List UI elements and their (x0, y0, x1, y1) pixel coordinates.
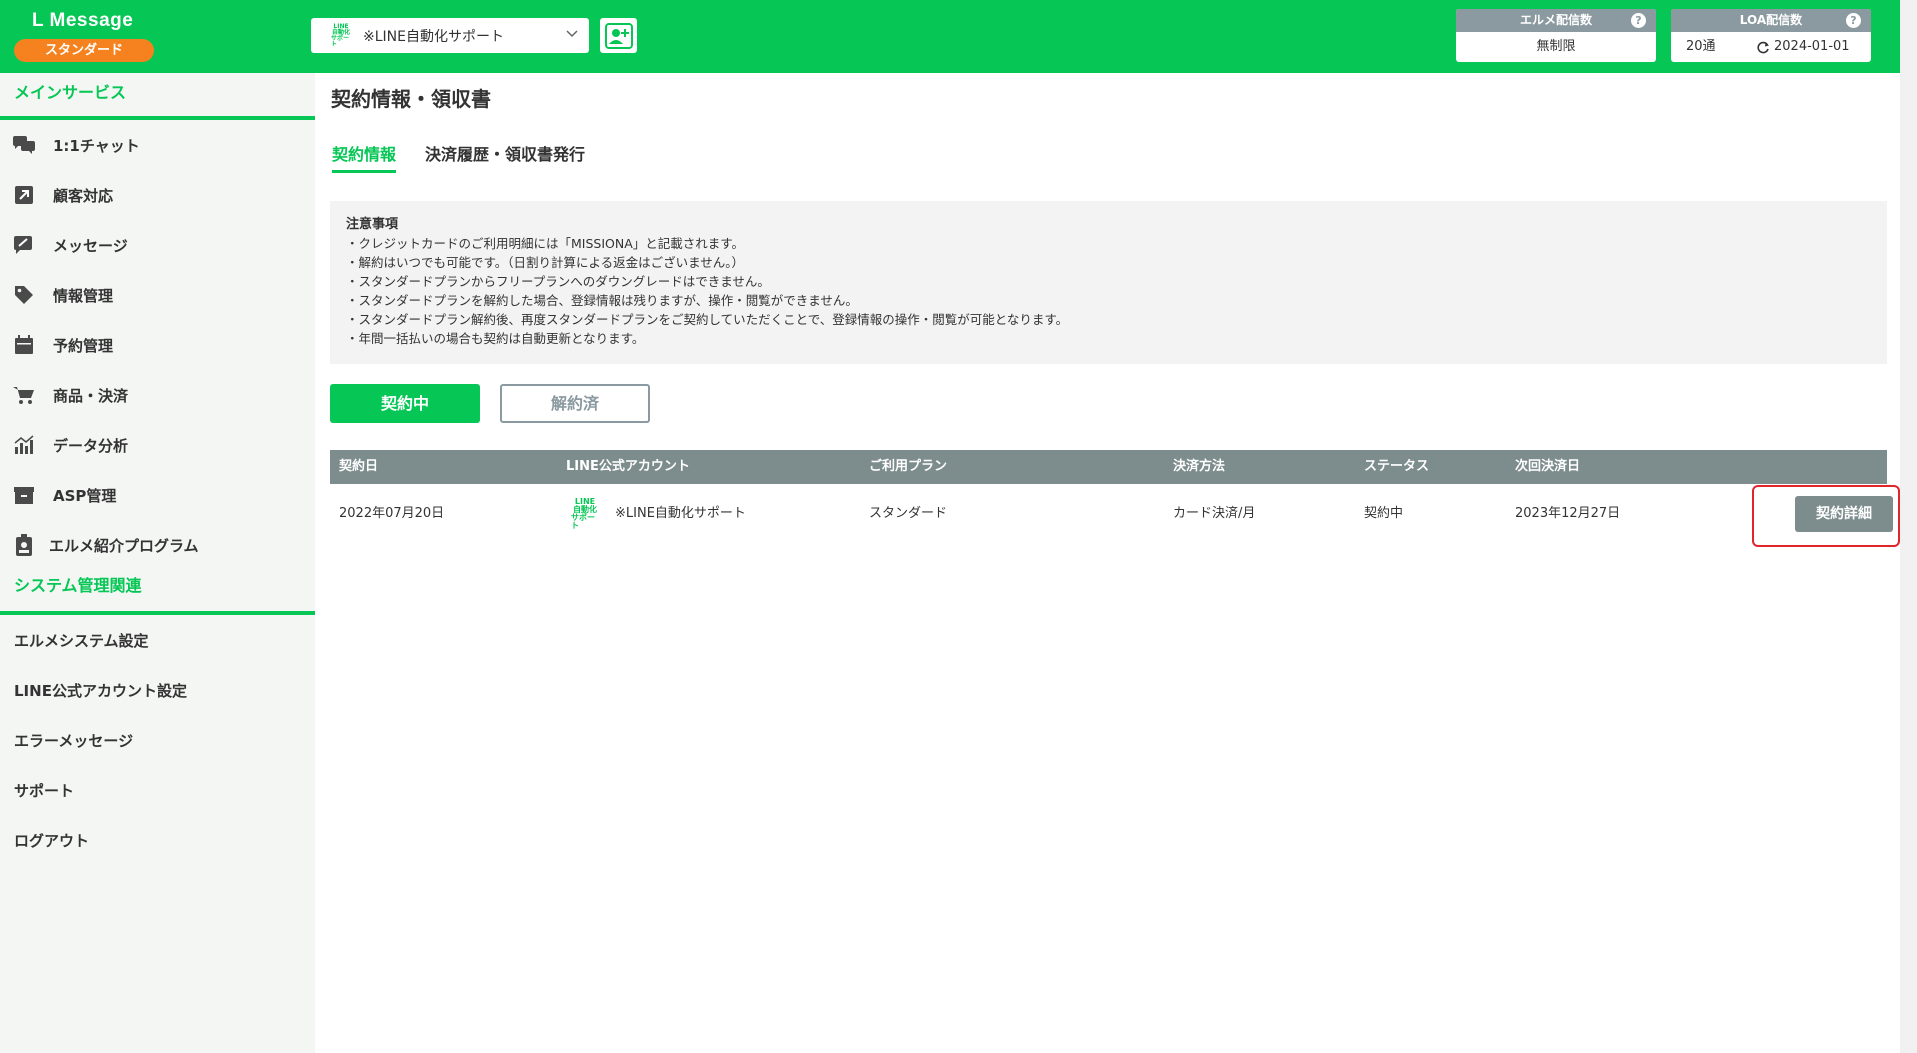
tab-payment-history[interactable]: 決済履歴・領収書発行 (425, 141, 585, 173)
plan-badge: スタンダード (14, 39, 154, 62)
account-select[interactable]: LINE 自動化 サポート ※LINE自動化サポート (311, 18, 589, 53)
notice-line: ・スタンダードプラン解約後、再度スタンダードプランをご契約していただくことで、登… (346, 312, 1069, 327)
main-content: 契約情報・領収書 契約情報 決済履歴・領収書発行 注意事項 ・クレジットカードの… (315, 73, 1900, 1053)
sidebar-item-label: LINE公式アカウント設定 (14, 681, 187, 700)
sidebar-item-logout[interactable]: ログアウト (0, 815, 315, 865)
scrollbar[interactable] (1900, 0, 1917, 1053)
sidebar-item-asp[interactable]: ASP管理 (0, 470, 315, 520)
sidebar-item-label: 商品・決済 (53, 386, 129, 405)
section-system: システム管理関連 (0, 570, 315, 615)
loa-delivery-stat: LOA配信数 ? 20通 2024-01-01 (1671, 9, 1871, 62)
filter-active-button[interactable]: 契約中 (330, 384, 480, 423)
sidebar-item-reservation[interactable]: 予約管理 (0, 320, 315, 370)
line-account-logo: LINE 自動化 サポート (571, 498, 599, 530)
brand-title: L Message (32, 10, 134, 31)
sidebar-item-info[interactable]: 情報管理 (0, 270, 315, 320)
notice-line: ・クレジットカードのご利用明細には「MISSIONA」と記載されます。 (346, 236, 745, 251)
sidebar-item-label: エルメシステム設定 (14, 631, 149, 650)
column-header: ご利用プラン (869, 459, 948, 474)
section-main-service: メインサービス (0, 73, 315, 120)
filter-cancelled-button[interactable]: 解約済 (500, 384, 650, 423)
elme-stat-label: エルメ配信数 ? (1456, 9, 1656, 32)
contracts-table-header: 契約日 LINE公式アカウント ご利用プラン 決済方法 ステータス 次回決済日 (330, 450, 1887, 484)
sidebar-item-referral[interactable]: エルメ紹介プログラム (0, 520, 315, 570)
sidebar-item-system-settings[interactable]: エルメシステム設定 (0, 615, 315, 665)
contract-status: 契約中 (1364, 506, 1404, 521)
sidebar-item-error-messages[interactable]: エラーメッセージ (0, 715, 315, 765)
line-account-name: ※LINE自動化サポート (615, 506, 746, 521)
help-icon[interactable]: ? (1631, 13, 1646, 28)
id-badge-icon (12, 533, 36, 557)
chart-icon (12, 433, 36, 457)
sidebar-item-label: メッセージ (53, 236, 128, 255)
logo-text: サポート (331, 34, 350, 48)
contract-date: 2022年07月20日 (339, 506, 445, 521)
sidebar-item-label: ログアウト (14, 831, 90, 850)
sidebar-item-label: 情報管理 (53, 286, 114, 305)
column-header: 次回決済日 (1515, 459, 1581, 474)
sidebar-item-line-account-settings[interactable]: LINE公式アカウント設定 (0, 665, 315, 715)
sidebar-item-chat[interactable]: 1:1チャット (0, 120, 315, 170)
add-user-button[interactable] (600, 18, 637, 53)
sidebar-item-label: サポート (14, 781, 75, 800)
sidebar-item-label: 1:1チャット (53, 136, 140, 155)
sidebar-item-products[interactable]: 商品・決済 (0, 370, 315, 420)
payment-method: カード決済/月 (1173, 506, 1256, 521)
loa-stat-label-text: LOA配信数 (1739, 13, 1803, 27)
loa-count: 20通 (1686, 39, 1716, 54)
notice-line: ・解約はいつでも可能です。（日割り計算による返金はございません。） (346, 255, 745, 270)
sidebar-item-label: 顧客対応 (53, 186, 114, 205)
elme-stat-label-text: エルメ配信数 (1519, 13, 1592, 27)
elme-stat-value: 無制限 (1536, 39, 1576, 54)
brand[interactable]: L Message スタンダード (14, 6, 154, 64)
sidebar-item-label: 予約管理 (53, 336, 114, 355)
column-header: LINE公式アカウント (566, 459, 690, 474)
loa-stat-label: LOA配信数 ? (1671, 9, 1871, 32)
tab-contract-info[interactable]: 契約情報 (332, 141, 397, 173)
elme-delivery-stat: エルメ配信数 ? 無制限 (1456, 9, 1656, 62)
chevron-down-icon (566, 30, 578, 38)
sidebar-item-message[interactable]: メッセージ (0, 220, 315, 270)
add-user-icon (604, 22, 633, 49)
sidebar-item-label: エラーメッセージ (14, 731, 134, 750)
tag-icon (12, 283, 36, 307)
sidebar-item-label: ASP管理 (53, 486, 117, 505)
sidebar-item-label: データ分析 (53, 436, 129, 455)
logo-text: サポート (571, 513, 595, 530)
highlight-annotation (1752, 485, 1900, 547)
notice-title: 注意事項 (346, 217, 399, 232)
calendar-icon (12, 333, 36, 357)
sidebar-item-customer[interactable]: 顧客対応 (0, 170, 315, 220)
notice-line: ・スタンダードプランからフリープランへのダウングレードはできません。 (346, 274, 770, 289)
sidebar: メインサービス 1:1チャット 顧客対応 メッセージ 情報管理 予約管理 商品・ (0, 73, 315, 1053)
archive-icon (12, 483, 36, 507)
selected-account-name: ※LINE自動化サポート (363, 28, 504, 45)
notice-line: ・年間一括払いの場合も契約は自動更新となります。 (346, 331, 645, 346)
cart-icon (12, 383, 36, 407)
plan-name: スタンダード (869, 506, 948, 521)
refresh-icon (1757, 41, 1769, 54)
next-payment-date: 2023年12月27日 (1515, 506, 1621, 521)
page-title: 契約情報・領収書 (331, 87, 491, 111)
notice-line: ・スタンダードプランを解約した場合、登録情報は残りますが、操作・閲覧ができません… (346, 293, 858, 308)
sidebar-item-analytics[interactable]: データ分析 (0, 420, 315, 470)
column-header: 契約日 (339, 459, 379, 474)
message-edit-icon (12, 233, 36, 257)
notice-box: 注意事項 ・クレジットカードのご利用明細には「MISSIONA」と記載されます。… (330, 201, 1887, 364)
external-link-icon (12, 183, 36, 207)
chat-icon (12, 133, 36, 157)
column-header: ステータス (1364, 459, 1430, 474)
sidebar-item-label: エルメ紹介プログラム (49, 536, 199, 555)
sidebar-item-support[interactable]: サポート (0, 765, 315, 815)
help-icon[interactable]: ? (1846, 13, 1861, 28)
loa-reset-date: 2024-01-01 (1774, 39, 1850, 54)
loa-stat-value: 20通 2024-01-01 (1671, 32, 1871, 62)
table-row: 2022年07月20日 LINE 自動化 サポート ※LINE自動化サポート ス… (330, 484, 1893, 544)
line-account-logo: LINE 自動化 サポート (331, 23, 351, 48)
top-header: L Message スタンダード LINE 自動化 サポート ※LINE自動化サ… (0, 0, 1900, 73)
column-header: 決済方法 (1173, 459, 1226, 474)
